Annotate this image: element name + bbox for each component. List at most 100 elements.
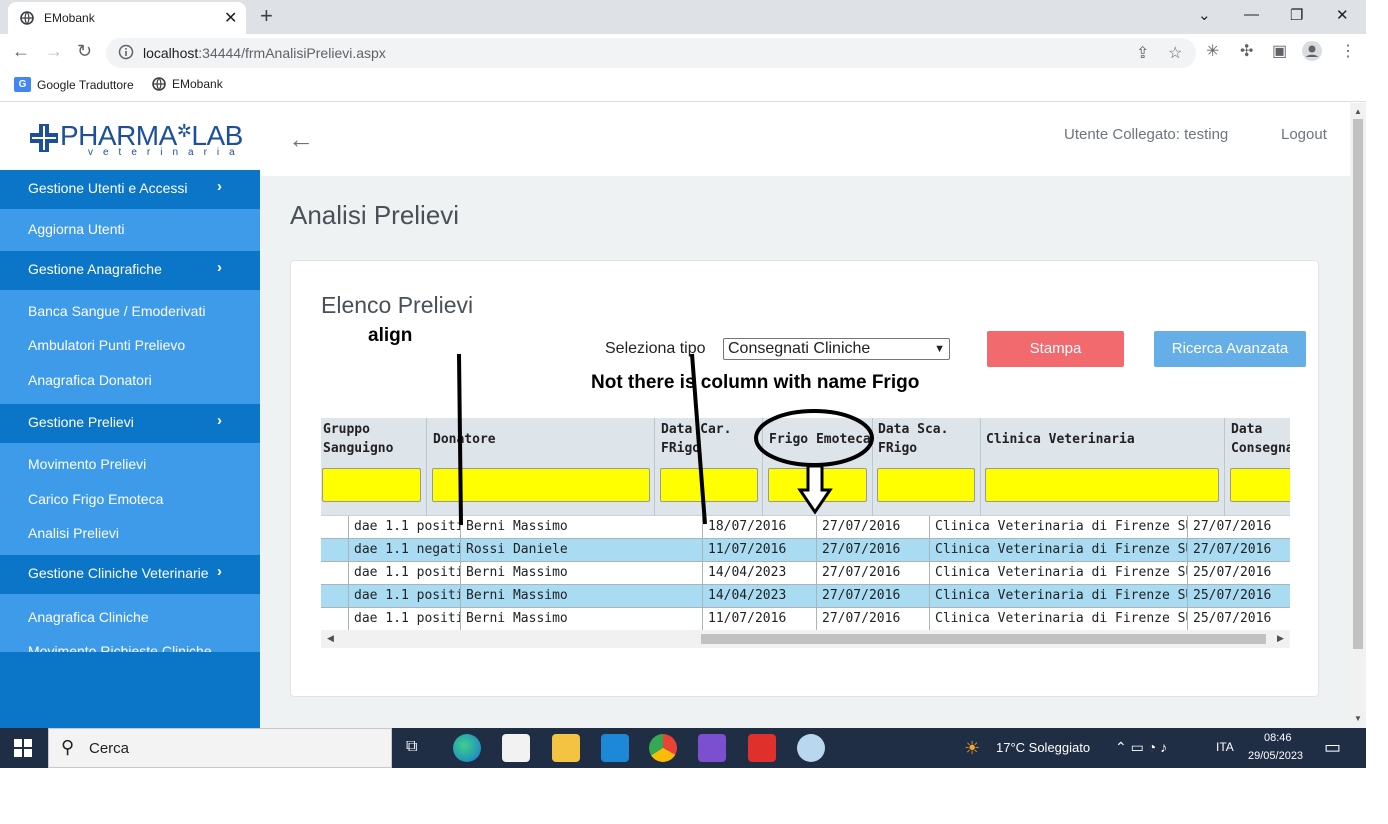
- sidebar-item-anagrafica-cliniche[interactable]: Anagrafica Cliniche: [28, 609, 149, 625]
- scroll-thumb[interactable]: [701, 634, 1266, 644]
- header-clinica[interactable]: Clinica Veterinaria: [981, 418, 1225, 516]
- site-info-icon[interactable]: [118, 44, 134, 65]
- sidebar-item-movimento-richieste[interactable]: Movimento Richieste Cliniche: [28, 643, 212, 652]
- filter-gruppo-input[interactable]: [322, 468, 421, 502]
- tab-title: EMobank: [44, 11, 95, 25]
- bookmark-google-translate[interactable]: G Google Traduttore: [14, 77, 134, 92]
- header-gruppo[interactable]: Gruppo Sanguigno: [321, 418, 427, 516]
- store-icon[interactable]: [502, 734, 530, 762]
- tab-search-icon[interactable]: ⌄: [1198, 6, 1211, 24]
- address-bar[interactable]: localhost:34444/frmAnalisiPrelievi.aspx …: [106, 38, 1196, 68]
- chrome-icon[interactable]: [649, 734, 677, 762]
- filter-data-consegna-input[interactable]: [1230, 468, 1290, 502]
- filter-clinica-input[interactable]: [985, 468, 1219, 502]
- header-frigo-emoteca[interactable]: Frigo Emoteca: [763, 418, 873, 516]
- page-scroll-thumb[interactable]: [1353, 119, 1363, 649]
- logout-link[interactable]: Logout: [1281, 126, 1327, 143]
- table-row[interactable]: dae 1.1 positivoBerni Massimo11/07/20162…: [321, 608, 1290, 631]
- sidebar-item-ambulatori[interactable]: Ambulatori Punti Prelievo: [28, 337, 185, 353]
- row-selector: [321, 562, 349, 585]
- header-donatore[interactable]: Donatore: [427, 418, 655, 516]
- table-row[interactable]: dae 1.1 positivoBerni Massimo18/07/20162…: [321, 516, 1290, 539]
- extensions-puzzle-icon[interactable]: ✣: [1240, 41, 1253, 61]
- header-data-sca-frigo[interactable]: Data Sca. FRigo: [873, 418, 981, 516]
- browser-tab[interactable]: EMobank ✕: [8, 2, 246, 34]
- cell-frigo: 27/07/2016: [817, 539, 930, 562]
- cell-data-consegna: 25/07/2016: [1188, 608, 1290, 631]
- visual-studio-icon[interactable]: [698, 734, 726, 762]
- print-button[interactable]: Stampa: [987, 331, 1124, 367]
- sidebar-cat-prelievi[interactable]: Gestione Prelievi ›: [0, 404, 260, 443]
- cell-frigo: 27/07/2016: [817, 516, 930, 539]
- extension-bug-icon[interactable]: ✳: [1206, 41, 1219, 61]
- taskbar-search[interactable]: ⚲ Cerca: [48, 728, 392, 768]
- tray-icons[interactable]: ⌃ ▭ ◔ ♪: [1115, 739, 1167, 756]
- type-select[interactable]: Consegnati Cliniche ▼: [723, 338, 950, 360]
- cell-donatore: Berni Massimo: [461, 516, 703, 539]
- chrome-menu-icon[interactable]: ⋮: [1340, 41, 1356, 61]
- filter-data-car-input[interactable]: [660, 468, 758, 502]
- sidebar-item-analisi-prelievi[interactable]: Analisi Prelievi: [28, 525, 119, 541]
- clock-date[interactable]: 29/05/2023: [1248, 750, 1303, 762]
- filter-data-sca-input[interactable]: [877, 468, 975, 502]
- windows-start-icon[interactable]: [14, 739, 32, 762]
- windows-taskbar: ⚲ Cerca ⧉ ☀ 17°C Soleggiato ⌃ ▭ ◔ ♪ ITA …: [0, 728, 1366, 768]
- forward-icon[interactable]: →: [45, 41, 63, 62]
- scroll-down-icon[interactable]: ▼: [1354, 714, 1362, 723]
- filter-donatore-input[interactable]: [432, 468, 650, 502]
- sidebar-toggle-back-icon[interactable]: ←: [288, 124, 314, 155]
- cell-data-consegna: 27/07/2016: [1188, 539, 1290, 562]
- back-icon[interactable]: ←: [12, 41, 30, 62]
- horizontal-scrollbar[interactable]: ◀ ▶: [321, 630, 1290, 648]
- sidebar-item-movimento-prelievi[interactable]: Movimento Prelievi: [28, 456, 146, 472]
- sidebar-group-anagrafiche: Banca Sangue / Emoderivati Ambulatori Pu…: [0, 290, 260, 404]
- cell-data-car: 11/07/2016: [703, 608, 817, 631]
- language-indicator[interactable]: ITA: [1216, 740, 1234, 754]
- filter-frigo-input[interactable]: [768, 468, 867, 502]
- mail-icon[interactable]: [601, 734, 629, 762]
- table-row[interactable]: dae 1.1 positivoBerni Massimo14/04/20232…: [321, 585, 1290, 608]
- edge-icon[interactable]: [453, 734, 481, 762]
- bookmark-star-icon[interactable]: ☆: [1168, 43, 1182, 63]
- sidebar-cat-cliniche[interactable]: Gestione Cliniche Veterinarie ›: [0, 555, 260, 594]
- logged-user-label: Utente Collegato: testing: [1064, 126, 1229, 143]
- restore-icon[interactable]: ❐: [1290, 6, 1303, 24]
- pharmalab-logo: PHARMA✲LAB veterinaria: [28, 120, 248, 160]
- scroll-left-icon[interactable]: ◀: [327, 633, 334, 644]
- cell-clinica: Clinica Veterinaria di Firenze SUD: [930, 562, 1188, 585]
- profile-avatar-icon[interactable]: [1302, 41, 1322, 66]
- sidebar-item-aggiorna-utenti[interactable]: Aggiorna Utenti: [28, 221, 125, 237]
- task-view-icon[interactable]: ⧉: [406, 738, 417, 756]
- notification-icon[interactable]: ▭: [1324, 737, 1341, 758]
- share-icon[interactable]: ⇪: [1136, 43, 1149, 63]
- new-tab-icon[interactable]: +: [260, 3, 273, 29]
- header-data-consegna[interactable]: Data Consegna: [1225, 418, 1290, 516]
- sidebar-item-donatori[interactable]: Anagrafica Donatori: [28, 372, 152, 388]
- weather-text[interactable]: 17°C Soleggiato: [996, 740, 1090, 755]
- sidebar-cat-users[interactable]: Gestione Utenti e Accessi ›: [0, 170, 260, 209]
- advanced-search-button[interactable]: Ricerca Avanzata: [1154, 331, 1306, 367]
- paint-icon[interactable]: [797, 734, 825, 762]
- close-tab-icon[interactable]: ✕: [224, 8, 237, 28]
- sidebar-item-carico-frigo[interactable]: Carico Frigo Emoteca: [28, 491, 163, 507]
- bookmark-emobank[interactable]: EMobank: [152, 77, 223, 91]
- git-app-icon[interactable]: [748, 734, 776, 762]
- sidebar-item-banca-sangue[interactable]: Banca Sangue / Emoderivati: [28, 303, 205, 319]
- sidebar-cat-anagrafiche[interactable]: Gestione Anagrafiche ›: [0, 251, 260, 290]
- chevron-right-icon: ›: [217, 178, 222, 195]
- cell-donatore: Berni Massimo: [461, 562, 703, 585]
- scroll-up-icon[interactable]: ▲: [1354, 107, 1362, 116]
- file-explorer-icon[interactable]: [552, 734, 580, 762]
- page-vertical-scrollbar[interactable]: ▲ ▼: [1350, 103, 1366, 728]
- minimize-icon[interactable]: —: [1244, 6, 1259, 23]
- table-row[interactable]: dae 1.1 negativoRossi Daniele11/07/20162…: [321, 539, 1290, 562]
- window-close-icon[interactable]: ✕: [1336, 6, 1349, 24]
- cell-gruppo: dae 1.1 negativo: [349, 539, 461, 562]
- scroll-right-icon[interactable]: ▶: [1277, 633, 1284, 644]
- reload-icon[interactable]: ↻: [77, 41, 92, 62]
- google-translate-icon: G: [14, 77, 31, 92]
- side-panel-icon[interactable]: ▣: [1272, 41, 1287, 61]
- header-data-car-frigo[interactable]: Data Car. FRigo: [655, 418, 763, 516]
- table-row[interactable]: dae 1.1 positivoBerni Massimo14/04/20232…: [321, 562, 1290, 585]
- clock-time[interactable]: 08:46: [1264, 732, 1292, 744]
